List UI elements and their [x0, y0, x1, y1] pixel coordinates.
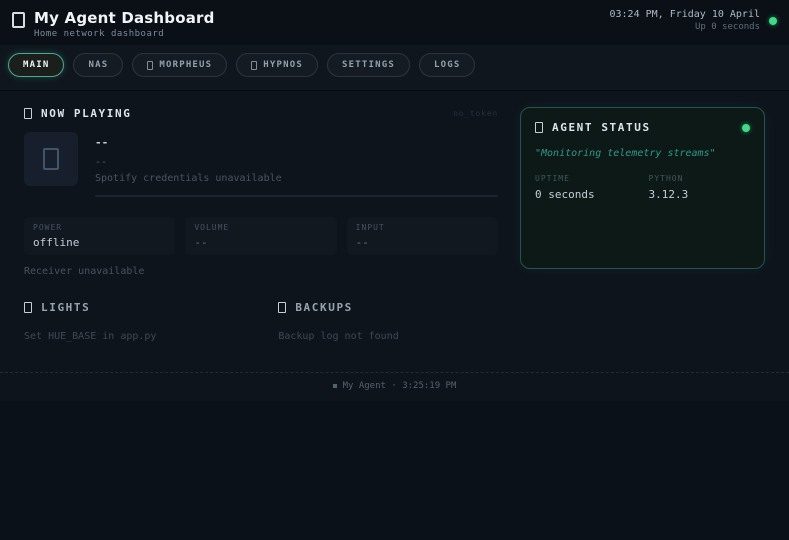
- page-subtitle: Home network dashboard: [34, 29, 165, 39]
- uptime-value: 0 seconds: [535, 188, 595, 201]
- clock-block: 03:24 PM, Friday 10 April Up 0 seconds: [609, 9, 777, 32]
- volume-label: VOLUME: [194, 223, 230, 232]
- tab-morpheus-label: MORPHEUS: [159, 60, 213, 70]
- album-art-placeholder: [24, 132, 78, 186]
- agent-status-icon: [535, 122, 543, 133]
- tab-nas[interactable]: NAS: [73, 53, 124, 77]
- agent-status-title: AGENT STATUS: [552, 121, 651, 134]
- page-title: My Agent Dashboard: [34, 9, 215, 27]
- agent-online-dot: [742, 123, 750, 132]
- track-title: --: [95, 136, 109, 149]
- now-playing-icon: [24, 108, 32, 119]
- input-label: INPUT: [355, 223, 385, 232]
- tab-nas-label: NAS: [88, 60, 109, 70]
- power-stat: POWER offline: [24, 217, 175, 255]
- lights-message: Set HUE_BASE in app.py: [24, 331, 157, 342]
- tab-main-label: MAIN: [23, 60, 50, 70]
- backups-message: Backup log not found: [278, 331, 399, 342]
- token-status-badge: no_token: [453, 109, 498, 118]
- tab-settings-label: SETTINGS: [342, 60, 395, 70]
- lights-section: LIGHTS Set HUE_BASE in app.py: [24, 301, 256, 342]
- spotify-status-text: Spotify credentials unavailable: [95, 173, 282, 184]
- track-progress-bar: [95, 195, 498, 197]
- python-stat: PYTHON 3.12.3: [649, 174, 751, 201]
- tab-hypnos[interactable]: HYPNOS: [236, 53, 319, 77]
- tab-main[interactable]: MAIN: [8, 53, 65, 77]
- tab-logs[interactable]: LOGS: [418, 53, 476, 77]
- morpheus-box-icon: [147, 60, 154, 70]
- input-stat: INPUT --: [347, 217, 498, 255]
- main-content: NOW PLAYING no_token -- -- Spotify crede…: [0, 91, 789, 342]
- uptime-text: Up 0 seconds: [694, 22, 760, 32]
- tab-settings[interactable]: SETTINGS: [327, 53, 410, 77]
- power-label: POWER: [33, 223, 63, 232]
- agent-status-panel: AGENT STATUS "Monitoring telemetry strea…: [520, 107, 765, 269]
- footer-square-icon: [332, 384, 337, 388]
- receiver-status-text: Receiver unavailable: [24, 266, 145, 277]
- empty-column: [533, 301, 765, 342]
- tab-morpheus[interactable]: MORPHEUS: [132, 53, 228, 77]
- app-footer: My Agent · 3:25:19 PM: [0, 373, 789, 401]
- footer-text: My Agent · 3:25:19 PM: [342, 381, 457, 391]
- app-header: My Agent Dashboard Home network dashboar…: [0, 0, 789, 45]
- lights-title: LIGHTS: [41, 301, 91, 314]
- tab-bar: MAIN NAS MORPHEUS HYPNOS SETTINGS LOGS: [0, 45, 789, 91]
- power-value: offline: [33, 236, 80, 249]
- backups-icon: [278, 302, 287, 313]
- brand: My Agent Dashboard Home network dashboar…: [12, 9, 215, 39]
- volume-value: --: [194, 236, 208, 249]
- tab-logs-label: LOGS: [433, 60, 461, 70]
- album-placeholder-icon: [43, 148, 59, 170]
- online-status-dot: [769, 16, 777, 25]
- app-container: My Agent Dashboard Home network dashboar…: [0, 0, 789, 401]
- agent-quote: "Monitoring telemetry streams": [535, 148, 716, 159]
- track-artist: --: [95, 157, 108, 168]
- uptime-label: UPTIME: [535, 174, 570, 183]
- now-playing-title: NOW PLAYING: [41, 107, 132, 120]
- python-value: 3.12.3: [648, 188, 689, 201]
- backups-section: BACKUPS Backup log not found: [278, 301, 510, 342]
- backups-title: BACKUPS: [295, 301, 353, 314]
- clock-text: 03:24 PM, Friday 10 April: [609, 9, 760, 20]
- tab-hypnos-label: HYPNOS: [263, 60, 304, 70]
- python-label: PYTHON: [648, 174, 684, 183]
- now-playing-section: NOW PLAYING no_token -- -- Spotify crede…: [24, 107, 498, 277]
- uptime-stat: UPTIME 0 seconds: [535, 174, 637, 201]
- app-logo-icon: [12, 12, 25, 28]
- hypnos-box-icon: [251, 60, 258, 70]
- input-value: --: [355, 236, 369, 249]
- lights-icon: [24, 302, 32, 313]
- volume-stat: VOLUME --: [185, 217, 336, 255]
